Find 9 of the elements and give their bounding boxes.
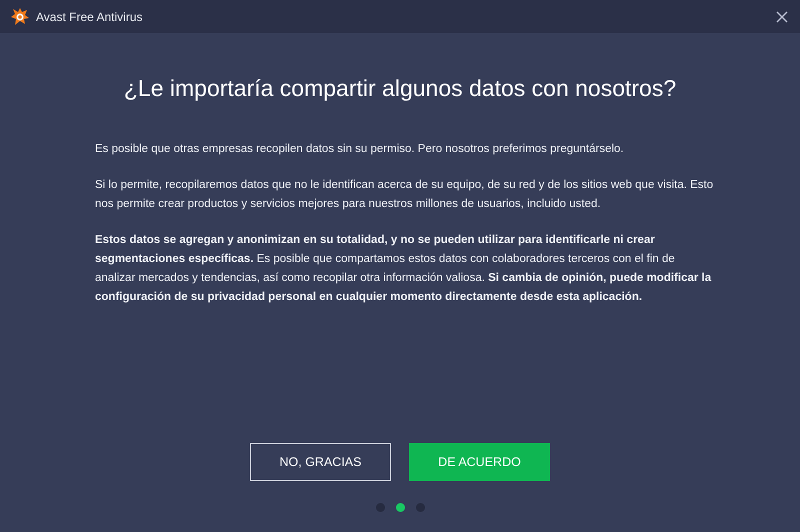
- decline-button[interactable]: NO, GRACIAS: [250, 443, 391, 481]
- close-button[interactable]: [774, 8, 790, 24]
- paragraph: Es posible que otras empresas recopilen datos sin su permiso. Pero nosotros preferimos preguntárselo.: [95, 142, 625, 156]
- logo-icon: [10, 6, 30, 26]
- close-icon: [776, 10, 788, 22]
- paragraph: Si lo permite, recopilaremos datos que no le identifican acerca de su equipo, de su red y de los sitios web que visita. Esto nos permite crear productos y servicios mejores para nuestros millones de usuarios, incluido usted.: [95, 178, 714, 212]
- heading: ¿Le importaría compartir algunos datos con nosotros?: [122, 74, 678, 103]
- paragraph: Estos datos se agregan y anonimizan en su totalidad, y no se pueden utilizar para identificarle ni crear segmentaciones específicas. Es posible que compartamos estos datos con colaboradores terceros con el fin de analizar mercados y tendencias, así como recopilar otra información valiosa. Si cambia de opinión, puede modificar la configuración de su privacidad personal en cualquier momento directamente desde esta aplicación.: [95, 232, 712, 304]
- window-title: Avast Free Antivirus: [36, 8, 142, 26]
